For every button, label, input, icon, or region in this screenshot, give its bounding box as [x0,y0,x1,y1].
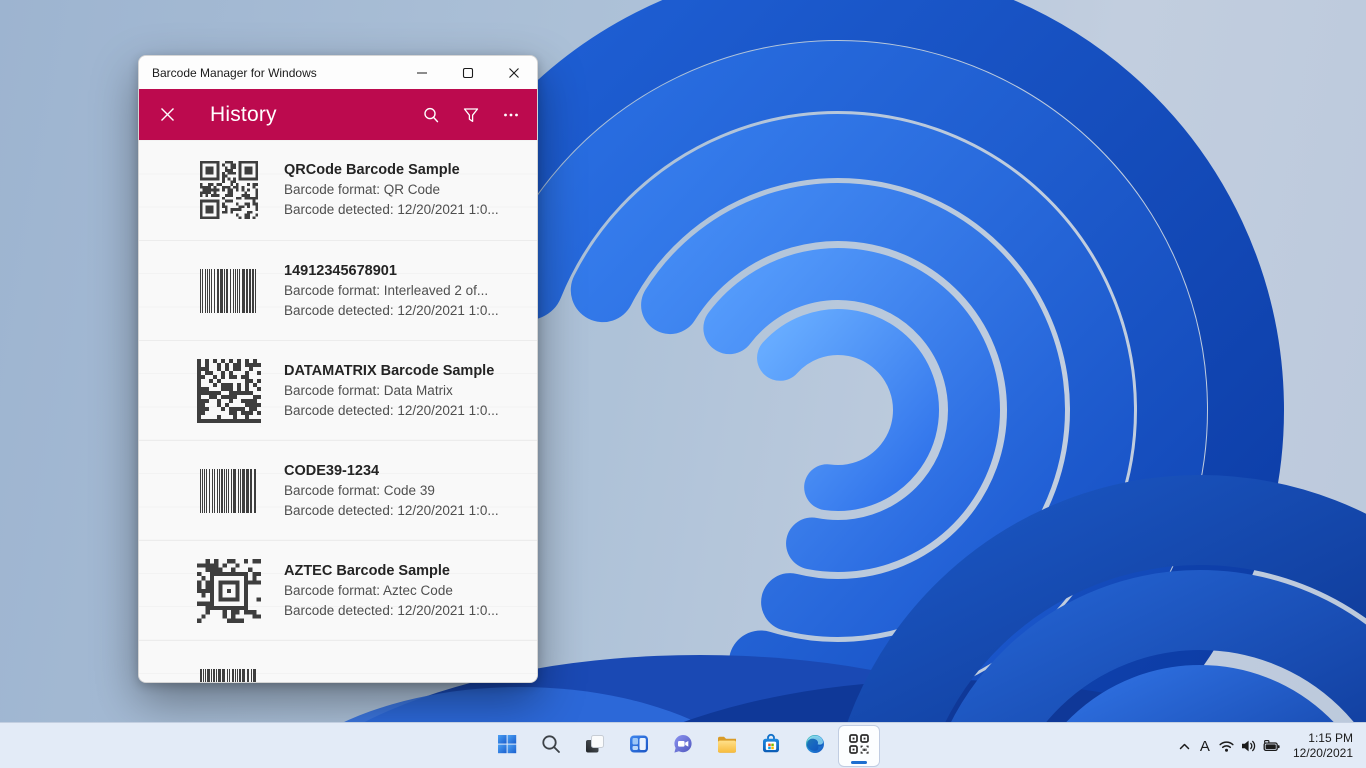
maximize-button[interactable] [445,56,491,89]
item-format: Barcode format: Interleaved 2 of... [284,281,537,301]
minimize-icon [416,67,428,79]
list-item[interactable]: 45123450 [139,640,537,683]
search-icon [539,732,563,761]
chat-icon [671,732,695,761]
item-title: CODE39-1234 [284,461,537,481]
item-title: 14912345678901 [284,261,537,281]
minimize-button[interactable] [399,56,445,89]
volume-icon [1240,738,1257,754]
task-view-icon [583,732,607,761]
maximize-icon [462,67,474,79]
item-format: Barcode format: Aztec Code [284,581,537,601]
clock-time: 1:15 PM [1293,731,1353,746]
ellipsis-icon [502,106,520,124]
file-explorer-button[interactable] [707,726,747,766]
search-button[interactable] [531,726,571,766]
item-detected: Barcode detected: 12/20/2021 1:0... [284,501,537,521]
item-detected: Barcode detected: 12/20/2021 1:0... [284,401,537,421]
item-title: 45123450 [284,681,537,684]
history-close-button[interactable] [147,95,187,135]
search-button[interactable] [411,95,451,135]
list-item[interactable]: DATAMATRIX Barcode Sample Barcode format… [139,340,537,440]
filter-icon [462,106,480,124]
header-actions [411,95,537,135]
wifi-icon [1218,738,1235,754]
ime-button[interactable]: A [1196,726,1214,766]
search-icon [422,106,440,124]
item-title: AZTEC Barcode Sample [284,561,537,581]
barcode-app-icon [846,731,872,762]
history-list: QRCode Barcode Sample Barcode format: QR… [139,140,537,683]
window-titlebar[interactable]: Barcode Manager for Windows [139,56,537,89]
store-bag-icon [759,732,783,761]
item-format: Barcode format: Code 39 [284,481,537,501]
start-button[interactable] [487,726,527,766]
more-button[interactable] [491,95,531,135]
item-detected: Barcode detected: 12/20/2021 1:0... [284,301,537,321]
item-format: Barcode format: Data Matrix [284,381,537,401]
clock-date: 12/20/2021 [1293,746,1353,761]
chat-button[interactable] [663,726,703,766]
clock[interactable]: 1:15 PM 12/20/2021 [1293,731,1353,761]
filter-button[interactable] [451,95,491,135]
list-item[interactable]: CODE39-1234 Barcode format: Code 39 Barc… [139,440,537,540]
ime-label: A [1200,738,1210,755]
page-title: History [210,103,277,127]
item-title: QRCode Barcode Sample [284,160,537,180]
task-view-button[interactable] [575,726,615,766]
close-icon [508,67,520,79]
quick-settings-button[interactable] [1214,726,1285,766]
close-window-button[interactable] [491,56,537,89]
edge-button[interactable] [795,726,835,766]
barcode-manager-window: Barcode Manager for Windows History [138,55,538,683]
system-tray: A 1:15 PM 12/20/2021 [1173,726,1366,766]
hidden-icons-button[interactable] [1173,726,1196,766]
widgets-icon [627,732,651,761]
linear-barcode-thumbnail [197,659,261,684]
window-title: Barcode Manager for Windows [139,66,317,80]
item-title: DATAMATRIX Barcode Sample [284,361,537,381]
list-item[interactable]: AZTEC Barcode Sample Barcode format: Azt… [139,540,537,640]
datamatrix-barcode-thumbnail [197,359,261,423]
caption-buttons [399,56,537,89]
linear-barcode-thumbnail [197,259,261,323]
item-detected: Barcode detected: 12/20/2021 1:0... [284,200,537,220]
item-detected: Barcode detected: 12/20/2021 1:0... [284,601,537,621]
widgets-button[interactable] [619,726,659,766]
start-icon [495,732,519,761]
taskbar-center [487,726,879,766]
linear-barcode-thumbnail [197,459,261,523]
folder-icon [715,732,739,761]
aztec-barcode-thumbnail [197,559,261,623]
barcode-manager-button[interactable] [839,726,879,766]
close-icon [160,107,175,122]
microsoft-store-button[interactable] [751,726,791,766]
qr-barcode-thumbnail [197,158,261,222]
item-format: Barcode format: QR Code [284,180,537,200]
list-item[interactable]: QRCode Barcode Sample Barcode format: QR… [139,140,537,240]
list-item[interactable]: 14912345678901 Barcode format: Interleav… [139,240,537,340]
desktop: Barcode Manager for Windows History [0,0,1366,768]
chevron-up-icon [1177,739,1192,754]
edge-icon [803,732,827,761]
app-header: History [139,89,537,140]
battery-charging-icon [1262,738,1281,754]
taskbar: A 1:15 PM 12/20/2021 [0,722,1366,768]
